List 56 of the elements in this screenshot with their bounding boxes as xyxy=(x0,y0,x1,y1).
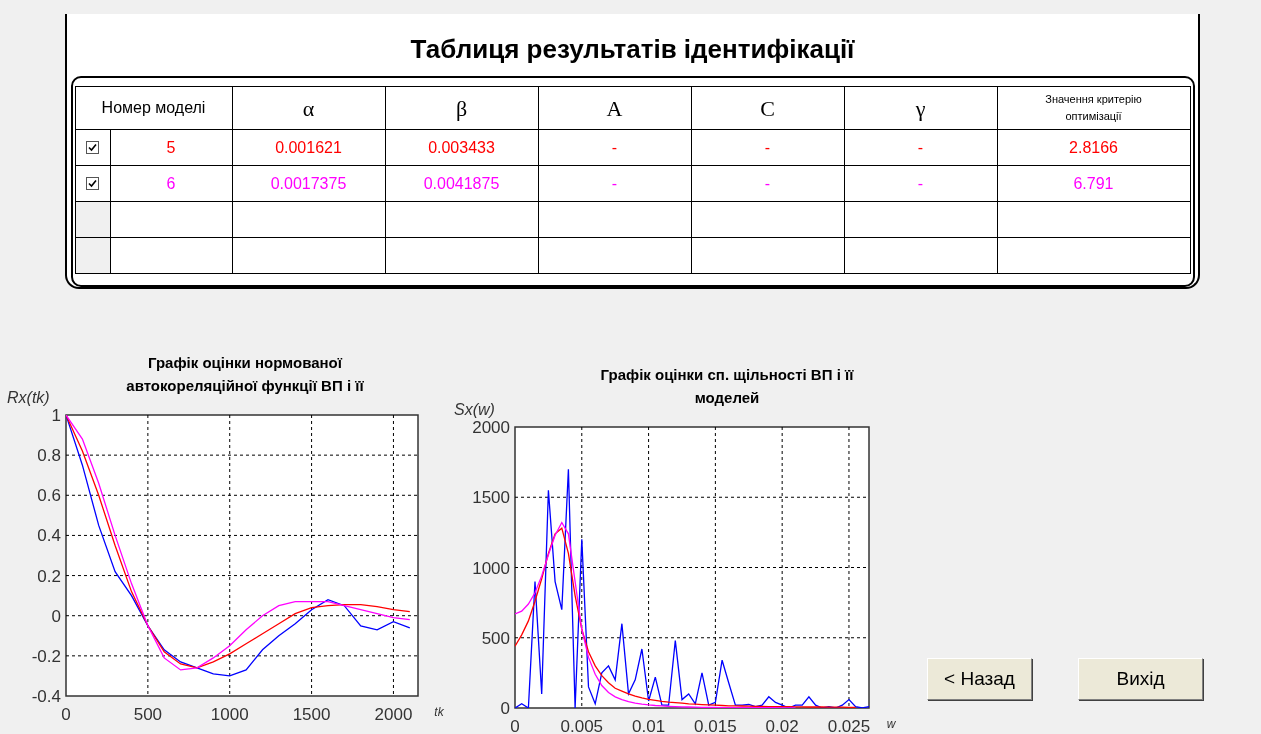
column-header: γ xyxy=(844,86,997,130)
axis-tick-label: 0 xyxy=(61,705,71,724)
axis-tick-label: 1000 xyxy=(472,558,510,578)
exit-button[interactable]: Вихід xyxy=(1078,658,1203,700)
y-axis-label: Sx(w) xyxy=(454,401,495,418)
axis-tick-label: 0 xyxy=(510,717,520,734)
column-header: A xyxy=(538,86,691,130)
axis-tick-label: 0.2 xyxy=(37,566,61,586)
axis-tick-label: -0.2 xyxy=(31,646,61,666)
x-axis-label: tk xyxy=(434,705,444,719)
table-cell: 6.791 xyxy=(997,165,1190,202)
axis-tick-label: 0 xyxy=(51,606,61,626)
axis-tick-label: 500 xyxy=(481,628,510,648)
table-cell: 2.8166 xyxy=(997,129,1190,166)
axis-tick-label: 500 xyxy=(133,705,163,724)
table-cell: - xyxy=(691,165,844,202)
checkbox[interactable] xyxy=(86,141,99,155)
axis-tick-label: 0.005 xyxy=(560,717,604,734)
chart-title: Графік оцінки нормованої автокореляційної функції ВП і її xyxy=(125,353,365,396)
column-header: α xyxy=(232,86,385,130)
table-cell: - xyxy=(538,165,691,202)
back-button[interactable]: < Назад xyxy=(927,658,1032,700)
table-cell: 0.001621 xyxy=(232,129,385,166)
axis-tick-label: -0.4 xyxy=(31,687,61,706)
table-cell: 5 xyxy=(110,129,232,166)
axis-tick-label: 1500 xyxy=(472,488,510,508)
table-cell: - xyxy=(538,129,691,166)
x-axis-label: w xyxy=(886,717,896,731)
axis-tick-label: 1000 xyxy=(210,705,249,724)
axis-tick-label: 1 xyxy=(51,406,61,425)
axis-tick-label: 0.02 xyxy=(765,717,799,734)
column-header: Номер моделі xyxy=(75,86,232,130)
axis-tick-label: 0.015 xyxy=(694,717,737,734)
panel-title: Таблиця результатів ідентифікації xyxy=(410,36,855,62)
axis-tick-label: 0.8 xyxy=(37,446,61,466)
axis-tick-label: 1500 xyxy=(292,705,331,724)
axis-tick-label: 0.025 xyxy=(827,717,871,734)
table-cell: 0.0017375 xyxy=(232,165,385,202)
chart-title: Графік оцінки сп. щільності ВП і її моделей xyxy=(599,365,855,408)
table-cell: - xyxy=(691,129,844,166)
axis-tick-label: 0 xyxy=(500,699,510,718)
column-header: C xyxy=(691,86,844,130)
table-cell: 0.003433 xyxy=(385,129,538,166)
column-header: Значення критерію оптимізації xyxy=(997,86,1190,130)
column-header: β xyxy=(385,86,538,130)
axis-tick-label: 0.6 xyxy=(37,486,61,506)
table-cell: - xyxy=(844,129,997,166)
axis-tick-label: 2000 xyxy=(374,705,413,724)
y-axis-label: Rx(tk) xyxy=(7,389,50,406)
table-cell: 6 xyxy=(110,165,232,202)
table-cell: - xyxy=(844,165,997,202)
table-cell: 0.0041875 xyxy=(385,165,538,202)
axis-tick-label: 0.01 xyxy=(632,717,666,734)
axis-tick-label: 0.4 xyxy=(37,526,61,546)
axis-tick-label: 2000 xyxy=(472,418,510,437)
checkbox[interactable] xyxy=(86,177,99,191)
